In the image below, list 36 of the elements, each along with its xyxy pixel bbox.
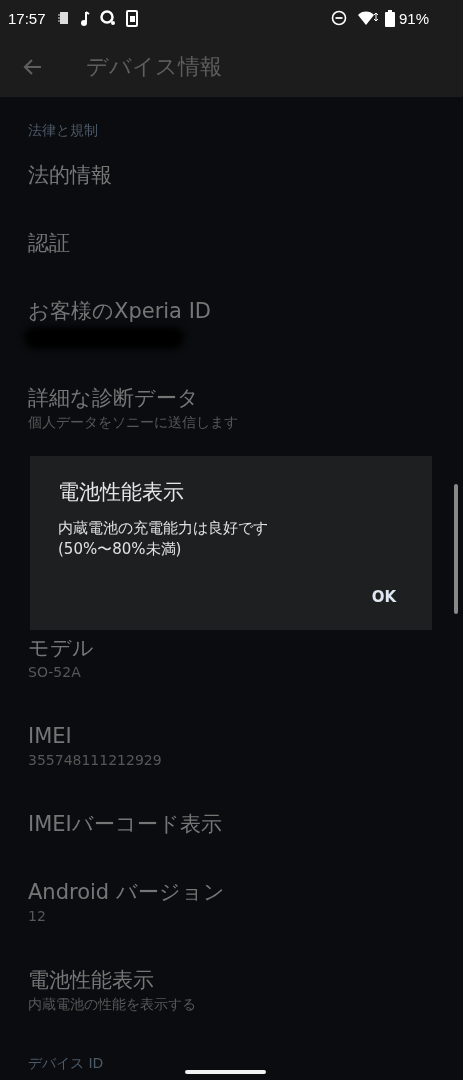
item-title: モデル [28, 635, 95, 662]
item-title: お客様のXperia ID [28, 298, 212, 325]
settings-item[interactable]: Android バージョン 12 [0, 858, 463, 946]
item-subtitle: 12 [28, 907, 47, 926]
item-subtitle: SO-52A [28, 663, 82, 682]
music-note-icon [79, 10, 90, 26]
settings-item[interactable]: 認証 [0, 209, 463, 277]
back-arrow-icon[interactable] [22, 57, 42, 76]
item-title: Android バージョン [28, 879, 226, 906]
dialog-message: 内蔵電池の充電能力は良好です (50%〜80%未満) [58, 518, 269, 560]
clock: 17:57 [8, 9, 46, 27]
settings-item[interactable]: 法的情報 [0, 141, 463, 209]
item-title: 詳細な診断データ [28, 385, 200, 412]
settings-item[interactable]: お客様のXperia ID [0, 277, 463, 364]
item-subtitle: 355748111212929 [28, 751, 163, 770]
do-not-disturb-icon [330, 10, 347, 26]
item-title: 電池性能表示 [28, 967, 155, 994]
settings-item[interactable]: IMEI 355748111212929 [0, 702, 463, 790]
page-title: デバイス情報 [86, 52, 222, 81]
section-header: デバイス ID [28, 1054, 104, 1072]
dialog-title: 電池性能表示 [58, 479, 185, 506]
item-title: 認証 [28, 230, 71, 257]
item-subtitle: 個人データをソニーに送信します [28, 413, 239, 432]
item-title: IMEI [28, 723, 73, 750]
section-header: 法律と規制 [28, 121, 98, 139]
ok-button[interactable]: OK [361, 582, 406, 612]
navigation-handle[interactable] [185, 1070, 266, 1074]
settings-item[interactable]: IMEIバーコード表示 [0, 790, 463, 858]
battery-percentage: 91% [398, 9, 429, 27]
item-title: IMEIバーコード表示 [28, 811, 223, 838]
settings-item[interactable]: 詳細な診断データ 個人データをソニーに送信します [0, 364, 463, 452]
item-subtitle: 内蔵電池の性能を表示する [28, 995, 197, 1014]
item-title: 法的情報 [28, 162, 113, 189]
wifi-icon [356, 10, 379, 26]
battery-icon [384, 9, 395, 27]
settings-item[interactable]: 電池性能表示 内蔵電池の性能を表示する [0, 946, 463, 1034]
